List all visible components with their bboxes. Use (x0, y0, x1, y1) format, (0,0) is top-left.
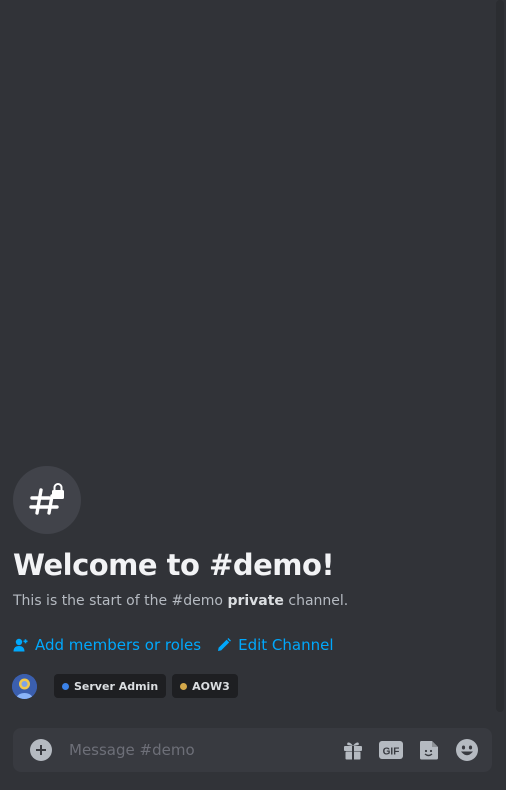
welcome-description: This is the start of the #demo private c… (13, 592, 493, 610)
add-members-label: Add members or roles (35, 636, 202, 654)
welcome-desc-prefix: This is the start of the #demo (13, 593, 228, 609)
channel-members-row: Server Admin AOW3 (12, 673, 238, 699)
edit-channel-label: Edit Channel (238, 636, 334, 654)
hashtag-lock-icon (13, 466, 81, 534)
pencil-icon (217, 638, 232, 652)
welcome-desc-private: private (227, 593, 284, 609)
chat-area: Welcome to #demo! This is the start of t… (0, 0, 506, 790)
emoji-icon[interactable] (454, 738, 480, 762)
role-pill-server-admin[interactable]: Server Admin (54, 674, 167, 698)
avatar[interactable] (12, 673, 37, 699)
gif-icon[interactable]: GIF (378, 738, 404, 762)
channel-actions: Add members or roles Edit Channel (13, 635, 493, 655)
role-name: AOW3 (192, 679, 230, 693)
role-color-dot (62, 682, 69, 690)
role-name: Server Admin (74, 679, 159, 693)
welcome-desc-suffix: channel. (283, 593, 349, 609)
role-color-dot (180, 682, 188, 690)
edit-channel-button[interactable]: Edit Channel (217, 636, 334, 654)
add-attachment-button[interactable] (30, 739, 52, 761)
sticker-icon[interactable] (416, 738, 442, 762)
role-pill-aow3[interactable]: AOW3 (172, 674, 238, 698)
message-input[interactable] (69, 738, 309, 762)
plus-icon (36, 745, 46, 755)
svg-text:GIF: GIF (383, 747, 400, 758)
channel-welcome: Welcome to #demo! This is the start of t… (13, 466, 493, 655)
composer-tools: GIF (340, 738, 480, 762)
message-composer: GIF (13, 728, 492, 772)
add-member-icon (13, 638, 28, 652)
gift-icon[interactable] (340, 738, 366, 762)
add-members-or-roles-button[interactable]: Add members or roles (13, 636, 201, 654)
welcome-title: Welcome to #demo! (13, 548, 335, 582)
scrollbar[interactable] (496, 0, 504, 712)
